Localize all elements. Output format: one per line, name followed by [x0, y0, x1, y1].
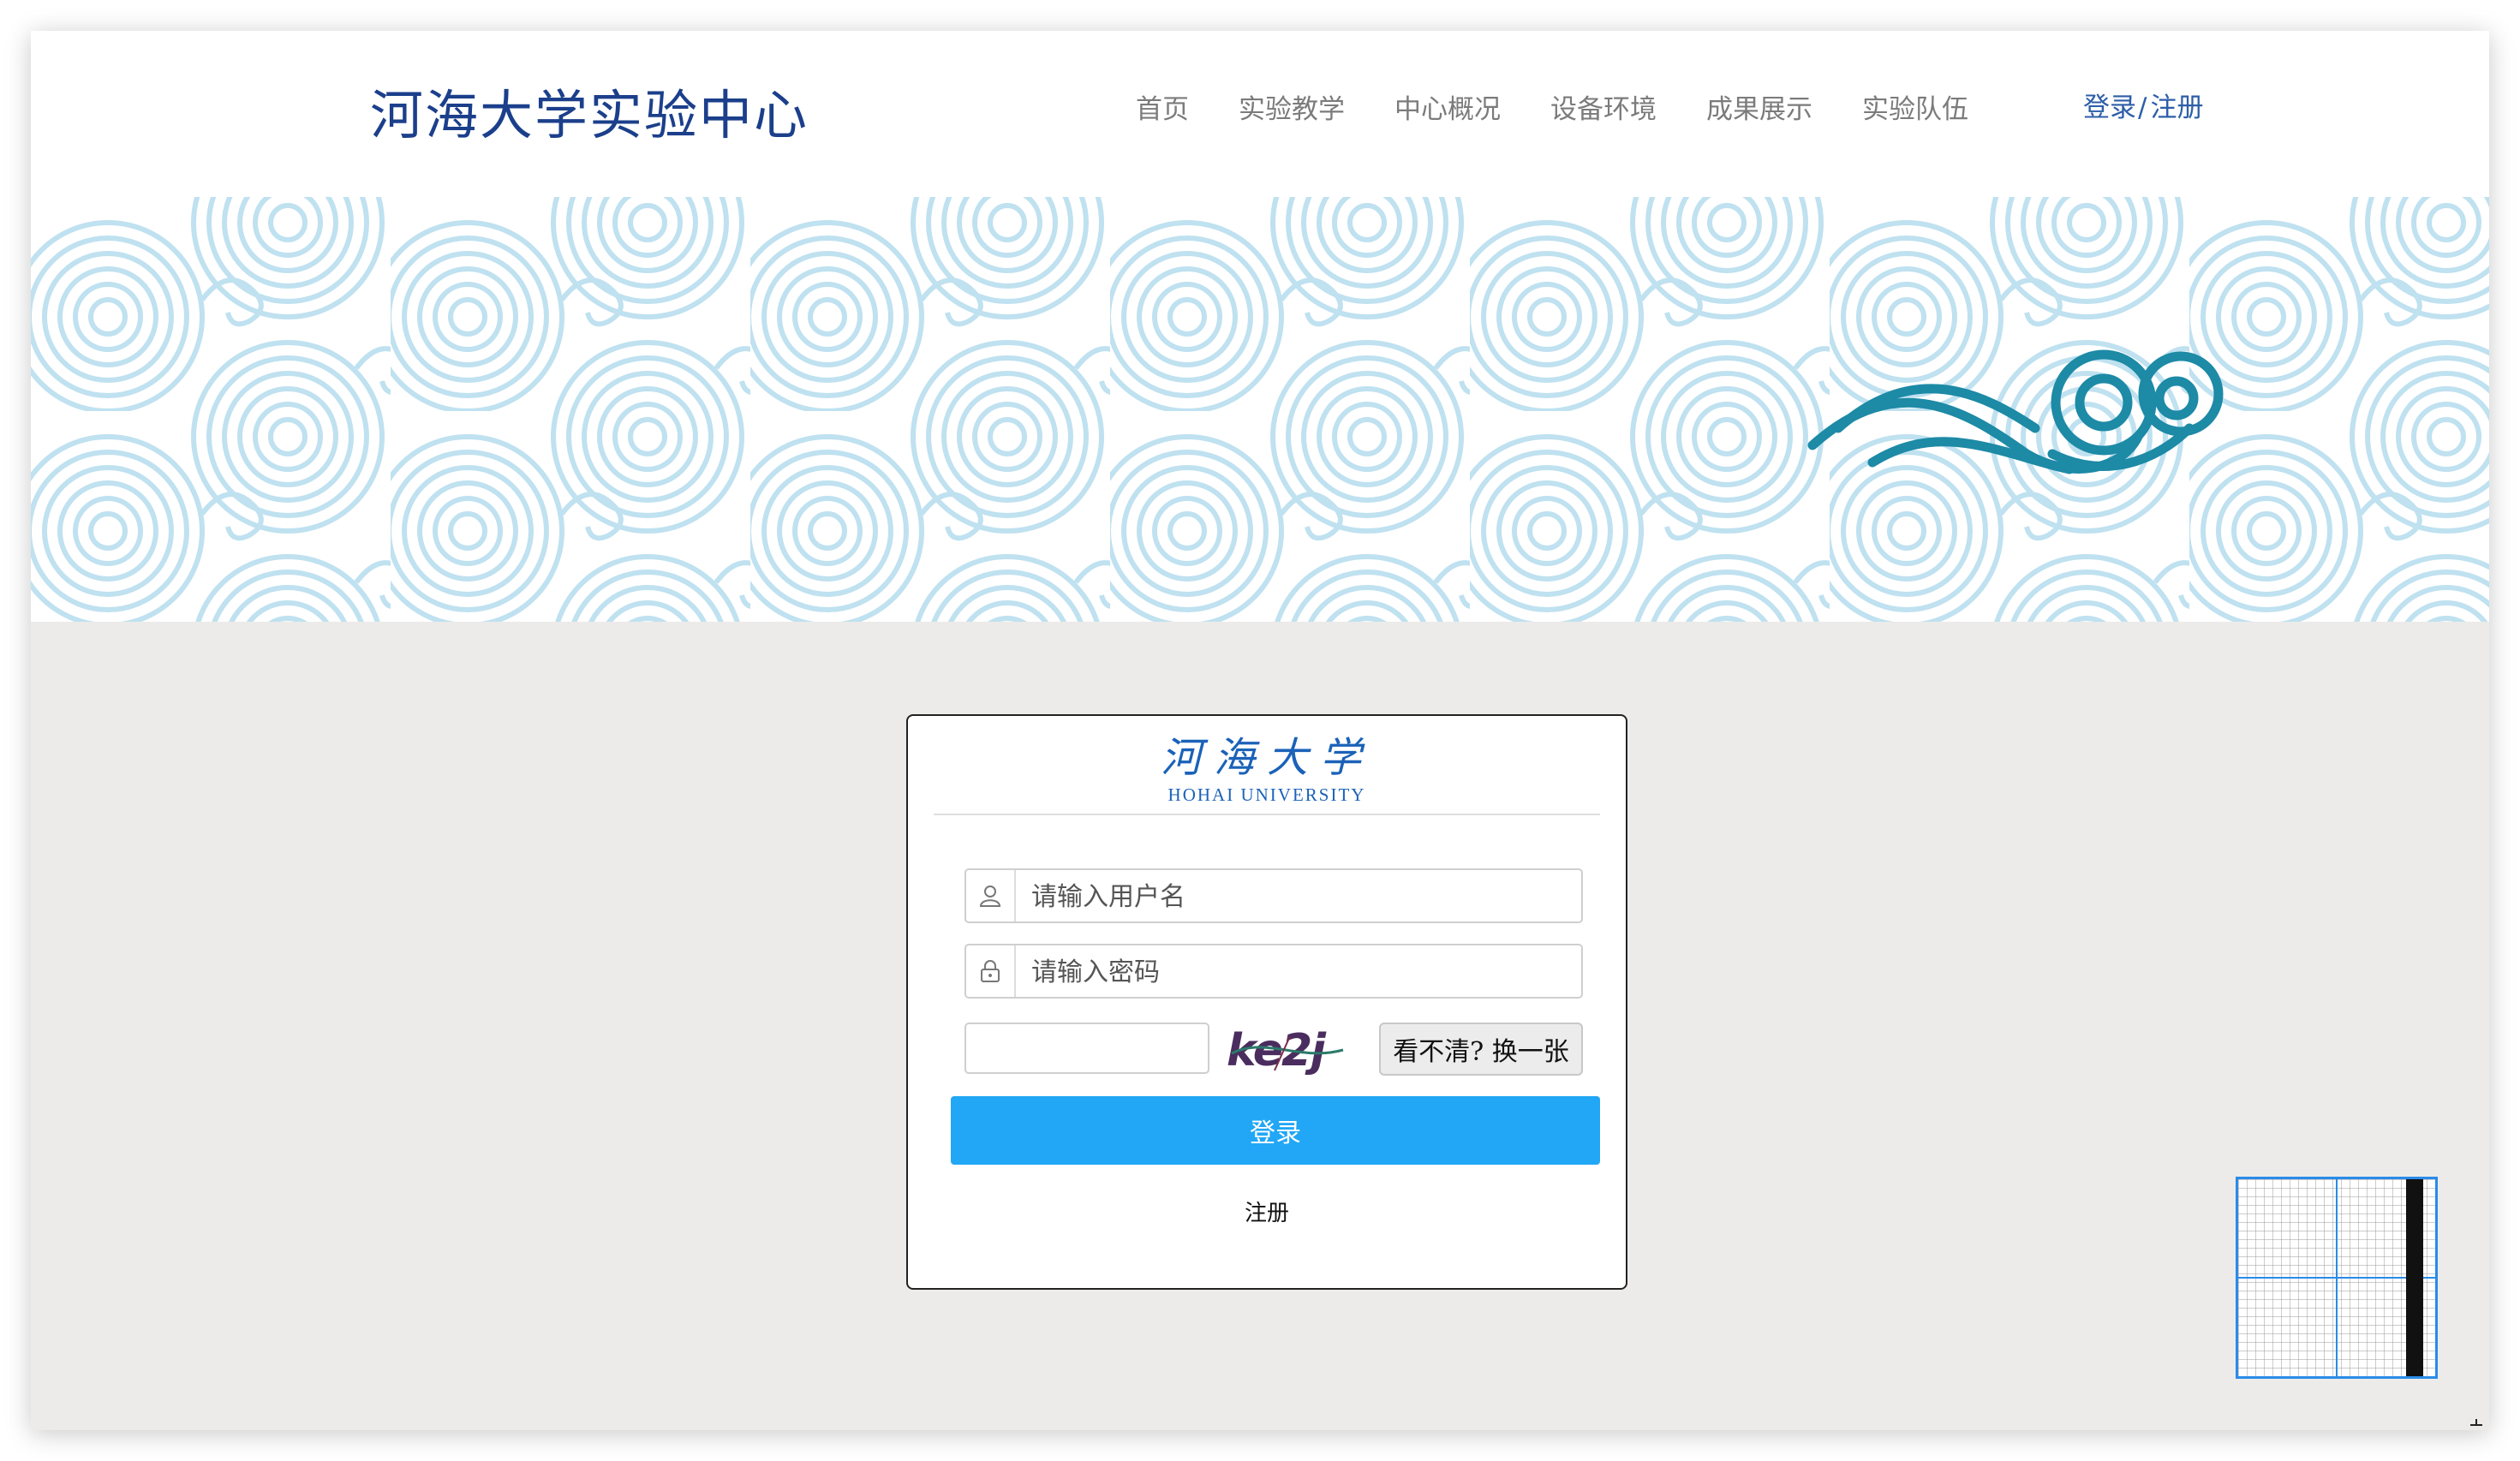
wave-banner	[31, 197, 2489, 622]
main-nav: 首页 实验教学 中心概况 设备环境 成果展示 实验队伍	[1136, 87, 2018, 126]
nav-item-overview[interactable]: 中心概况	[1394, 87, 1501, 126]
card-divider	[934, 814, 1600, 815]
auth-separator: /	[2138, 92, 2147, 123]
nav-item-team[interactable]: 实验队伍	[1862, 87, 1968, 126]
nav-item-achievements[interactable]: 成果展示	[1706, 87, 1812, 126]
username-input[interactable]	[1030, 877, 1564, 916]
header-login-link[interactable]: 登录	[2083, 92, 2136, 123]
login-card: 河海大学 HOHAI UNIVERSITY 请输入用户名 ke2j 看不清? 换…	[906, 714, 1627, 1290]
header-register-link[interactable]: 注册	[2150, 92, 2203, 123]
register-link[interactable]: 注册	[908, 1196, 1626, 1227]
login-button[interactable]: 登录	[951, 1096, 1600, 1165]
nav-item-equipment[interactable]: 设备环境	[1550, 87, 1657, 126]
username-field[interactable]	[964, 868, 1583, 923]
password-input[interactable]	[1030, 952, 1564, 992]
captcha-image[interactable]: ke2j	[1223, 1019, 1352, 1079]
password-field[interactable]	[964, 944, 1583, 999]
logo-chinese: 河海大学	[1160, 734, 1373, 782]
site-title[interactable]: 河海大学实验中心	[370, 72, 809, 149]
nav-item-home[interactable]: 首页	[1136, 87, 1189, 126]
wave-pattern-image	[31, 197, 2489, 622]
nav-item-teaching[interactable]: 实验教学	[1239, 87, 1345, 126]
site-header: 河海大学实验中心 首页 实验教学 中心概况 设备环境 成果展示 实验队伍 登录/…	[31, 31, 2489, 197]
user-icon	[966, 870, 1016, 921]
captcha-input[interactable]	[964, 1023, 1209, 1074]
university-logo: 河海大学 HOHAI UNIVERSITY	[908, 733, 1626, 806]
auth-links: 登录/注册	[2083, 86, 2203, 124]
logo-english: HOHAI UNIVERSITY	[1167, 784, 1366, 805]
grid-icon	[2238, 1179, 2435, 1376]
browser-window: 河海大学实验中心 首页 实验教学 中心概况 设备环境 成果展示 实验队伍 登录/…	[31, 31, 2489, 1430]
grid-overlay-widget[interactable]	[2236, 1177, 2438, 1379]
lock-icon	[966, 945, 1016, 997]
refresh-captcha-button[interactable]: 看不清? 换一张	[1379, 1023, 1583, 1076]
resize-handle-icon[interactable]	[2469, 1411, 2484, 1427]
